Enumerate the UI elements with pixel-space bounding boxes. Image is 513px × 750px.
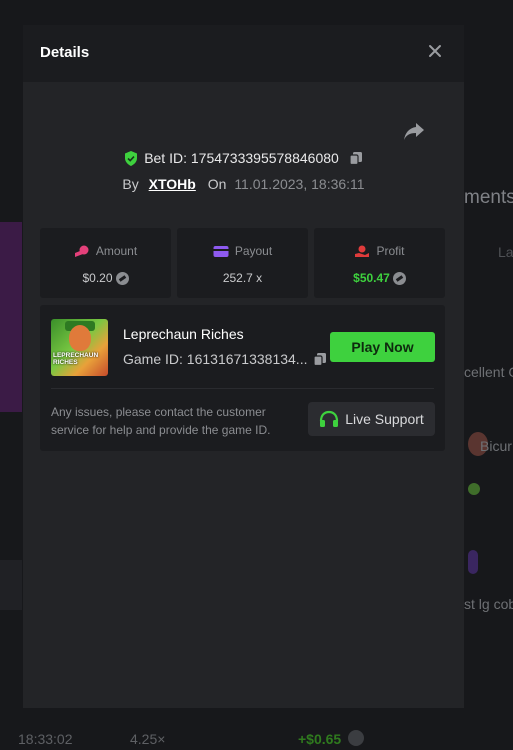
bg-comments-panel: ments La cellent G Bicur st lg cob <box>464 0 513 750</box>
game-card: LEPRECHAUN RICHES Leprechaun Riches Game… <box>40 305 445 451</box>
coin-icon <box>348 730 364 746</box>
stat-payout: Payout 252.7 x <box>177 228 308 298</box>
modal-header: Details <box>23 25 464 82</box>
stat-profit-label: Profit <box>376 244 405 258</box>
divider <box>51 388 434 389</box>
stat-amount-label: Amount <box>95 244 138 258</box>
bet-id-row: Bet ID: 1754733395578846080 <box>23 150 464 169</box>
game-id-row: Game ID: 16131671338134... <box>123 351 327 367</box>
bet-datetime: 11.01.2023, 18:36:11 <box>234 176 365 192</box>
headset-icon <box>320 410 339 427</box>
bg-bet-row: 18:33:02 4.25× +$0.65 <box>0 725 513 750</box>
bet-id: Bet ID: 1754733395578846080 <box>144 150 339 166</box>
close-icon[interactable] <box>424 40 446 62</box>
support-note: Any issues, please contact the customer … <box>51 405 271 437</box>
on-label: On <box>207 176 227 192</box>
by-label: By <box>122 176 139 192</box>
bg-bet-time: 18:33:02 <box>18 731 73 747</box>
copy-icon[interactable] <box>349 151 363 165</box>
play-now-button[interactable]: Play Now <box>330 332 435 362</box>
bg-comments-heading: ments <box>464 187 513 208</box>
live-support-button[interactable]: Live Support <box>308 402 435 436</box>
bg-comment-text: cellent G <box>464 364 513 380</box>
live-support-label: Live Support <box>345 411 424 427</box>
bg-avatar <box>468 550 478 574</box>
thumb-caption: LEPRECHAUN RICHES <box>53 352 99 366</box>
game-thumbnail[interactable]: LEPRECHAUN RICHES <box>51 319 108 376</box>
bet-stats: Amount $0.20 Payout 252.7 x Profit $50.4… <box>40 228 445 298</box>
bg-bet-profit: +$0.65 <box>298 731 342 747</box>
bg-panel <box>0 560 22 610</box>
coins-icon <box>74 245 89 257</box>
bg-comment-text: st lg cob <box>464 596 513 612</box>
bet-meta-row: By XTOHb On 11.01.2023, 18:36:11 <box>23 176 464 192</box>
stat-profit: Profit $50.47 <box>314 228 445 298</box>
card-icon <box>213 245 229 257</box>
copy-icon[interactable] <box>313 352 327 366</box>
stat-payout-label: Payout <box>234 244 273 258</box>
bg-tab: La <box>498 244 513 260</box>
bg-emoji <box>468 483 480 495</box>
bg-comment-user: Bicur <box>480 438 512 454</box>
shield-check-icon <box>125 150 138 166</box>
game-name: Leprechaun Riches <box>123 326 244 342</box>
bg-bet-multiplier: 4.25× <box>130 731 166 747</box>
coin-icon <box>115 271 129 285</box>
username-link[interactable]: XTOHb <box>149 176 196 192</box>
stat-profit-value: $50.47 <box>353 271 390 285</box>
coin-icon <box>392 271 406 285</box>
details-modal: Details Bet ID: 1754733395578846080 By X… <box>23 25 464 708</box>
stat-amount: Amount $0.20 <box>40 228 171 298</box>
share-icon[interactable] <box>402 120 426 142</box>
stat-amount-value: $0.20 <box>82 271 113 285</box>
game-id: Game ID: 16131671338134... <box>123 351 308 367</box>
bg-game-banner <box>0 222 22 412</box>
modal-title: Details <box>40 44 90 61</box>
thumb-character <box>69 325 91 351</box>
stat-payout-value: 252.7 x <box>222 271 263 285</box>
profit-icon <box>355 245 370 257</box>
